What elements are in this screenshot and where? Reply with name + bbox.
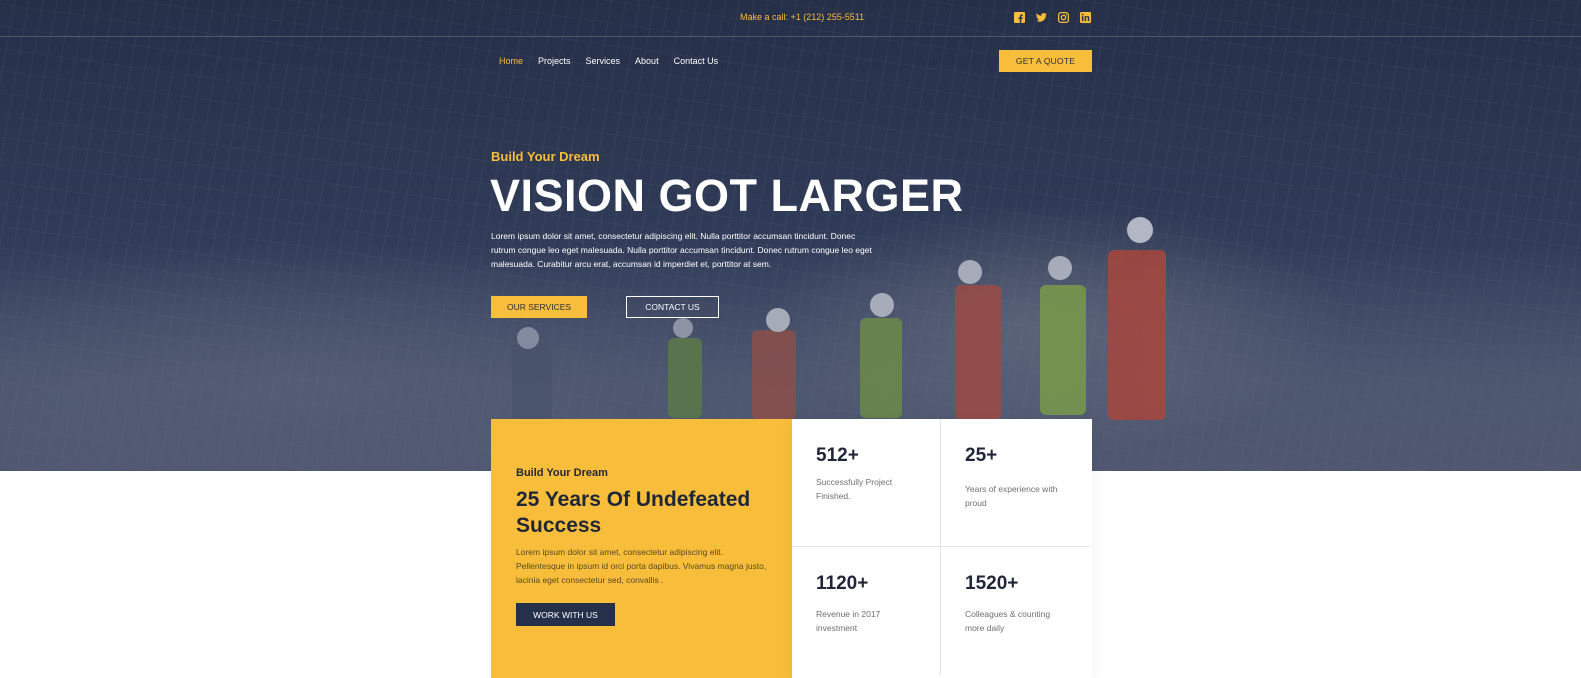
hero-subtitle: Build Your Dream	[491, 149, 600, 164]
get-a-quote-button[interactable]: GET A QUOTE	[999, 50, 1092, 72]
instagram-icon[interactable]	[1058, 12, 1069, 23]
hero-section: Make a call: +1 (212) 255-5511 Home Proj…	[0, 0, 1581, 471]
facebook-icon[interactable]	[1014, 12, 1025, 23]
stat-label: Colleagues & counting more daily	[965, 609, 1051, 633]
feature-title: 25 Years Of Undefeated Success	[516, 488, 751, 537]
stat-value: 512+	[816, 445, 859, 466]
stat-card: 1120+ Revenue in 2017 investment	[792, 547, 941, 675]
call-text: Make a call: +1 (212) 255-5511	[740, 12, 865, 22]
nav-services[interactable]: Services	[586, 56, 621, 66]
nav-home[interactable]: Home	[499, 56, 523, 66]
nav-about[interactable]: About	[635, 56, 659, 66]
work-with-us-button[interactable]: WORK WITH US	[516, 603, 615, 626]
twitter-icon[interactable]	[1036, 12, 1047, 23]
stat-card: 1520+ Colleagues & counting more daily	[941, 547, 1090, 675]
nav-projects[interactable]: Projects	[538, 56, 571, 66]
feature-box: Build Your Dream 25 Years Of Undefeated …	[491, 419, 792, 678]
stat-value: 1520+	[965, 573, 1019, 594]
contact-us-button[interactable]: CONTACT US	[626, 296, 719, 318]
hero-body-text: Lorem ipsum dolor sit amet, consectetur …	[491, 231, 872, 269]
our-services-button[interactable]: OUR SERVICES	[491, 296, 587, 318]
hero-title: VISION GOT LARGER	[490, 170, 964, 221]
feature-body-text: Lorem ipsum dolor sit amet, consectetur …	[516, 547, 767, 585]
stat-card: 512+ Successfully Project Finished.	[792, 419, 941, 547]
stat-label: Successfully Project Finished.	[816, 477, 893, 501]
top-bar: Make a call: +1 (212) 255-5511	[0, 0, 1581, 37]
feature-subtitle: Build Your Dream	[516, 467, 608, 479]
linkedin-icon[interactable]	[1080, 12, 1091, 23]
stats-grid: 512+ Successfully Project Finished. 25+ …	[792, 419, 1092, 678]
stat-label: Years of experience with proud	[965, 484, 1058, 508]
stat-label: Revenue in 2017 investment	[816, 609, 881, 633]
main-nav: Home Projects Services About Contact Us	[499, 56, 733, 66]
stat-value: 25+	[965, 445, 998, 466]
stat-card: 25+ Years of experience with proud	[941, 419, 1090, 547]
stat-value: 1120+	[816, 573, 869, 594]
nav-contact-us[interactable]: Contact Us	[674, 56, 719, 66]
